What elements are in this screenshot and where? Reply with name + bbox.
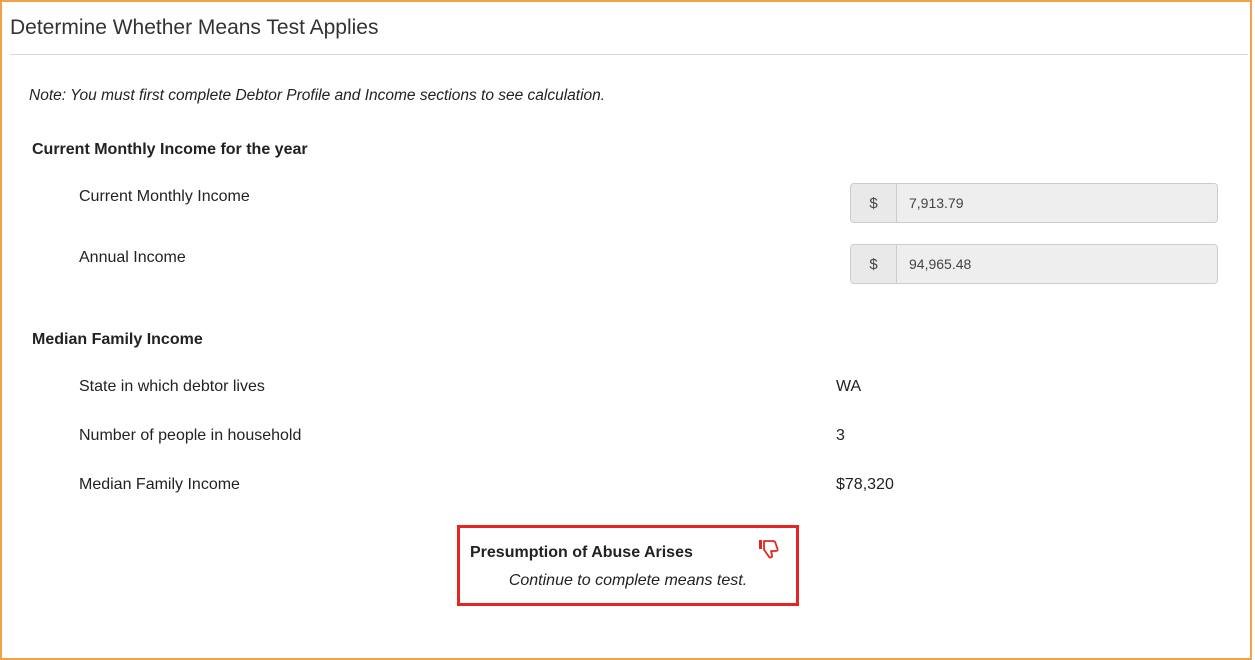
result-title: Presumption of Abuse Arises [470,544,693,561]
annual-income-label: Annual Income [79,249,186,266]
calculation-note: Note: You must first complete Debtor Pro… [29,87,606,104]
median-family-income-label: Median Family Income [79,476,240,493]
current-monthly-income-input[interactable] [897,184,1217,222]
currency-addon: $ [851,245,897,283]
median-family-income-value: $78,320 [836,476,894,493]
currency-addon: $ [851,184,897,222]
state-value: WA [836,378,862,395]
result-title-row: Presumption of Abuse Arises [470,544,693,562]
current-monthly-income-field-group: $ [850,183,1218,223]
thumbs-down-icon [759,540,779,559]
current-monthly-income-heading: Current Monthly Income for the year [32,141,308,158]
current-monthly-income-label: Current Monthly Income [79,188,250,205]
median-family-income-heading: Median Family Income [32,331,203,348]
presumption-result-box: Presumption of Abuse Arises Continue to … [457,525,799,606]
annual-income-field-group: $ [850,244,1218,284]
panel-title: Determine Whether Means Test Applies [10,16,379,39]
panel-header: Determine Whether Means Test Applies [10,2,1248,55]
result-subtitle: Continue to complete means test. [508,572,748,589]
annual-income-input[interactable] [897,245,1217,283]
household-size-label: Number of people in household [79,427,302,444]
household-size-value: 3 [836,427,845,444]
state-label: State in which debtor lives [79,378,265,395]
